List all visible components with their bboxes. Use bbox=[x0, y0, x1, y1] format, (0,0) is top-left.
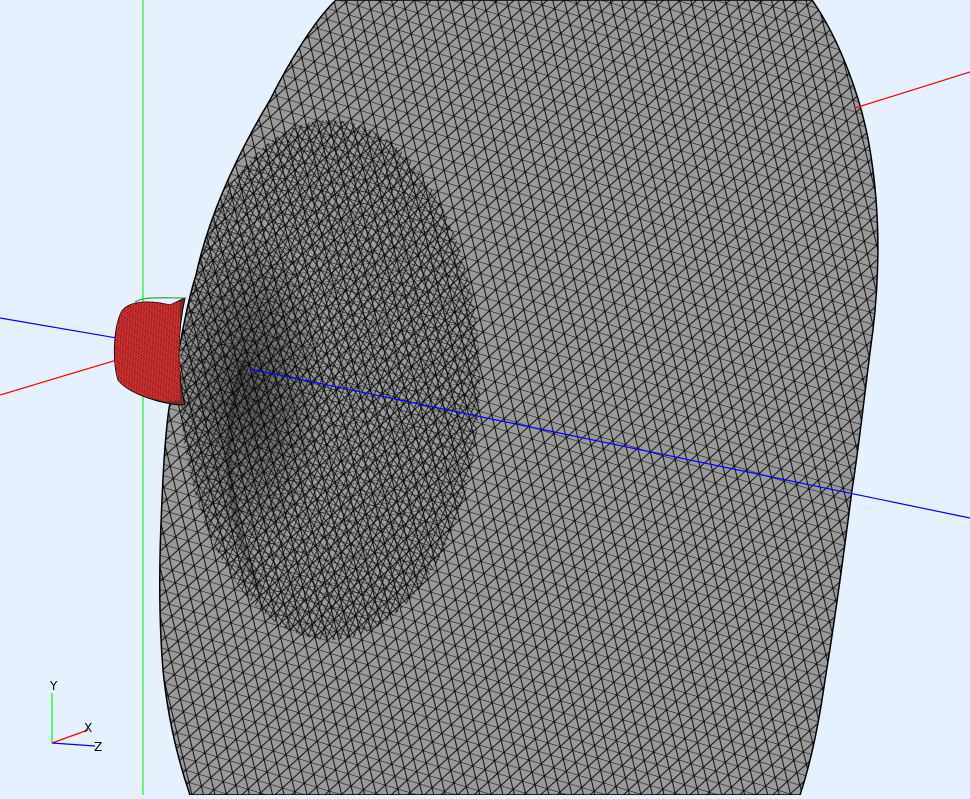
x-axis-line-front bbox=[854, 71, 970, 109]
3d-viewport[interactable]: Y X Z bbox=[0, 0, 970, 796]
triad-z-label: Z bbox=[94, 740, 102, 754]
triad-y-label: Y bbox=[49, 679, 58, 693]
viewport-canvas[interactable]: Y X Z bbox=[0, 0, 970, 796]
triad-x-label: X bbox=[84, 721, 92, 735]
orientation-triad: Y X Z bbox=[49, 679, 102, 754]
horn-throat[interactable] bbox=[110, 295, 190, 410]
